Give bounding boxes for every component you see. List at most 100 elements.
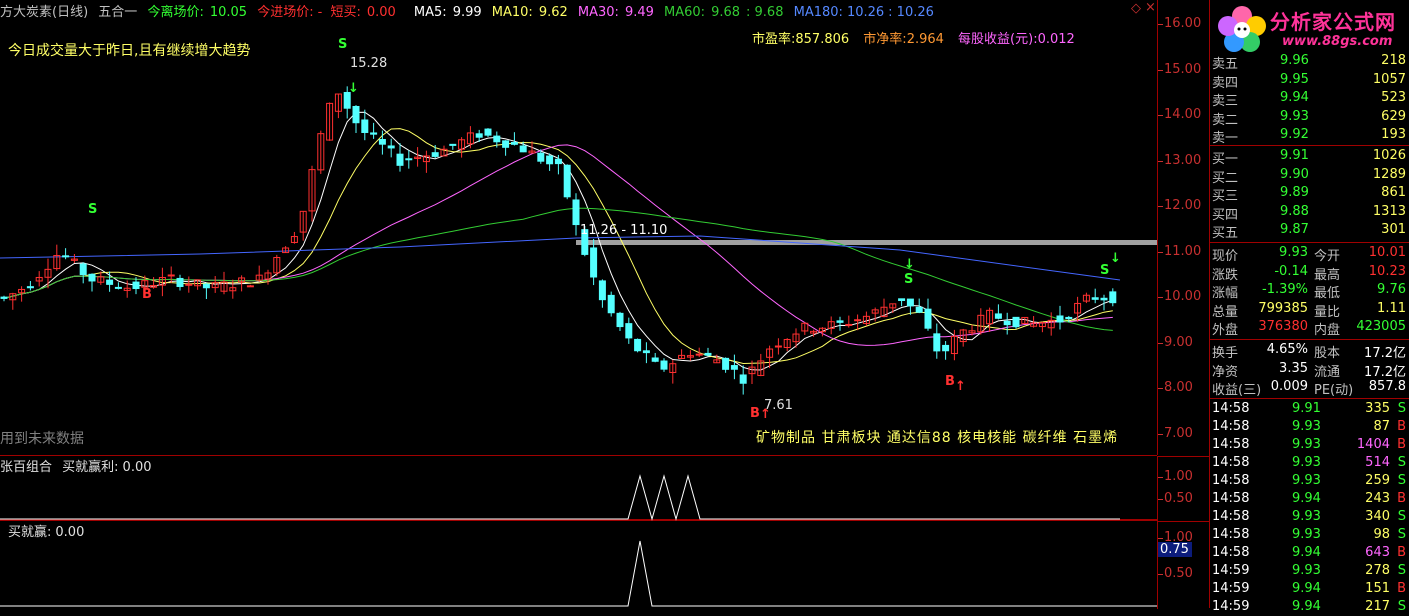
- order-volume: 629: [1381, 108, 1406, 124]
- quote-row: 总量 799385 量比 1.11: [1210, 300, 1409, 320]
- candle-body: [88, 273, 96, 282]
- candle-body: [695, 353, 703, 356]
- fund-label: 收益(三): [1212, 383, 1262, 399]
- order-volume: 1026: [1372, 148, 1406, 163]
- ma5-value: 9.99: [452, 5, 482, 20]
- pb-label: 市净率:: [863, 32, 907, 47]
- tick-time: 14:59: [1212, 599, 1250, 614]
- candle-body: [361, 119, 369, 133]
- entry-price-label: 今进场价:: [257, 5, 314, 20]
- kline-chart-area[interactable]: S S S S B B B ↓ ↓ ↓ ↑ ↑ 方大炭素(日线) 五合一 今离场价: 10.05 今进场…: [0, 0, 1157, 608]
- tick-row: 14:58 9.93 1404 B: [1210, 436, 1409, 454]
- quote-value: 799385: [1258, 300, 1308, 316]
- quote-label: 量比: [1314, 304, 1341, 320]
- exit-price-label: 今离场价:: [147, 5, 204, 20]
- tick-time: 14:58: [1212, 473, 1250, 488]
- tick-volume: 151: [1365, 581, 1390, 596]
- collapse-diamond-icon[interactable]: ◇: [1131, 1, 1141, 16]
- candle-body: [607, 294, 615, 314]
- candle-body: [106, 279, 114, 285]
- down-arrow-icon: ↓: [348, 81, 359, 96]
- panel2-value: 0.00: [122, 460, 152, 475]
- price-tick-mark: [1158, 297, 1163, 298]
- sell-row: 卖四 9.95 1057: [1210, 71, 1409, 91]
- candle-body: [739, 374, 747, 384]
- quote-label: 现价: [1212, 249, 1239, 264]
- price-axis[interactable]: 16.00 15.00 14.00 13.00 12.00 11.00 10.00 9.00 8…: [1157, 0, 1210, 455]
- tick-row: 14:58 9.93 259 S: [1210, 472, 1409, 490]
- panel2-title[interactable]: 张百组合: [0, 460, 52, 475]
- candle-body: [924, 308, 932, 329]
- order-level-label: 买二: [1212, 170, 1239, 186]
- candle-body: [405, 158, 413, 161]
- candle-body: [704, 352, 712, 356]
- exit-price-value: 10.05: [209, 5, 248, 20]
- sell-signal: S: [88, 202, 97, 217]
- price-tick-label: 8.00: [1164, 380, 1193, 395]
- order-price: 9.95: [1280, 71, 1309, 87]
- buy-signal: B: [142, 287, 152, 302]
- candle-body: [79, 263, 87, 276]
- ma30-line: [3, 144, 1113, 346]
- fund-value: 857.8: [1368, 379, 1406, 395]
- candle-body: [845, 323, 853, 326]
- pe-value: 857.806: [795, 32, 850, 47]
- fund-value: 17.2亿: [1364, 346, 1406, 361]
- buy-row: 买三 9.89 861: [1210, 184, 1409, 204]
- ma180-label: MA180:: [793, 5, 843, 20]
- buy-row: 买五 9.87 301: [1210, 221, 1409, 241]
- tick-row: 14:58 9.93 340 S: [1210, 508, 1409, 526]
- candle-body: [537, 152, 545, 162]
- quote-label: 涨幅: [1212, 286, 1239, 302]
- candle-body: [898, 298, 906, 302]
- buy-signal: B: [750, 406, 760, 421]
- tick-volume: 335: [1365, 401, 1390, 416]
- tick-volume: 1404: [1356, 437, 1390, 452]
- close-icon[interactable]: ×: [1145, 0, 1156, 15]
- quote-value: 9.93: [1279, 245, 1308, 260]
- candle-body: [1109, 291, 1117, 304]
- order-volume: 861: [1381, 185, 1406, 201]
- ma60-value: 9.68: [711, 5, 741, 20]
- quote-row: 现价 9.93 今开 10.01: [1210, 244, 1409, 264]
- sell-row: 卖五 9.96 218: [1210, 52, 1409, 72]
- price-tick-mark: [1158, 342, 1163, 344]
- tick-side: S: [1397, 563, 1406, 578]
- candle-body: [616, 312, 624, 328]
- price-tick-label: 14.00: [1164, 107, 1202, 122]
- candle-body: [1056, 315, 1064, 323]
- eps-label: 每股收益(元):: [958, 32, 1038, 47]
- order-level-label: 卖五: [1212, 57, 1239, 72]
- order-level-label: 卖二: [1212, 112, 1239, 128]
- flower-logo-icon: [1218, 6, 1266, 52]
- tick-volume: 514: [1365, 455, 1390, 470]
- fund-value: 17.2亿: [1364, 364, 1406, 380]
- tick-volume: 340: [1365, 509, 1390, 524]
- panel2-header: 张百组合 买就赢利: 0.00: [0, 456, 152, 475]
- candle-body: [546, 155, 554, 165]
- candle-body: [396, 153, 404, 166]
- tick-time: 14:58: [1212, 455, 1250, 470]
- order-price: 9.87: [1280, 222, 1309, 238]
- price-tick-mark: [1158, 160, 1163, 162]
- order-level-label: 买四: [1212, 207, 1239, 223]
- order-level-label: 卖四: [1212, 75, 1239, 91]
- panel3-label: 买就赢:: [8, 525, 52, 540]
- buy-row: 买四 9.88 1313: [1210, 203, 1409, 223]
- candle-body: [572, 199, 580, 226]
- stock-title[interactable]: 方大炭素(日线): [0, 5, 88, 20]
- candle-body: [722, 357, 730, 370]
- candle-body: [942, 344, 950, 352]
- eps-value: 0.012: [1037, 32, 1075, 47]
- kline-chart[interactable]: SSSSBBB↓↓ ↓↑↑: [0, 0, 1157, 608]
- tick-time: 14:58: [1212, 401, 1250, 416]
- candle-body: [836, 320, 844, 323]
- quote-panel: 分析家公式网 www.88gs.com 卖五 9.96 218 卖四 9.95 1057 卖…: [1209, 0, 1409, 614]
- candle-body: [1100, 297, 1108, 301]
- candle-body: [915, 306, 923, 313]
- quote-value: 9.76: [1377, 282, 1406, 298]
- tick-side: B: [1397, 545, 1406, 560]
- tick-volume: 243: [1365, 491, 1390, 506]
- indicator-name[interactable]: 五合一: [98, 5, 137, 20]
- panel3-highlight: 0.75: [1158, 542, 1192, 557]
